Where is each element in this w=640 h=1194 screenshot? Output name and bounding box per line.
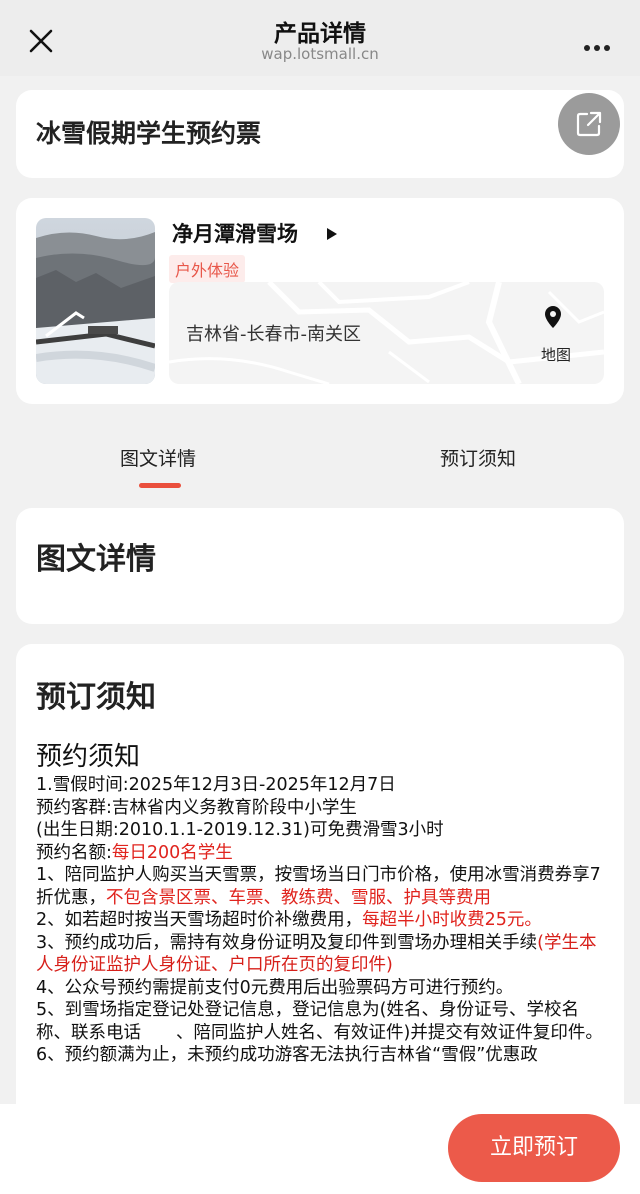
category-tag: 户外体验	[169, 255, 246, 283]
notice-line: 1.雪假时间:2025年12月3日-2025年12月7日	[36, 775, 396, 795]
map-preview[interactable]: 吉林省-长春市-南关区 地图	[169, 282, 604, 384]
page-url: wap.lotsmall.cn	[261, 45, 379, 63]
top-navigation-bar: 产品详情 wap.lotsmall.cn	[0, 0, 640, 76]
play-arrow-icon[interactable]	[326, 227, 338, 241]
active-tab-indicator	[139, 483, 181, 488]
venue-name[interactable]: 净月潭滑雪场	[172, 218, 298, 248]
product-title: 冰雪假期学生预约票	[36, 119, 262, 148]
notice-line: 预约名额:每日200名学生	[36, 842, 233, 863]
detail-tabs: 图文详情 预订须知	[0, 420, 640, 490]
notice-heading: 预订须知	[36, 680, 156, 715]
location-pin-icon	[545, 306, 561, 328]
exclusion-highlight: 不包含景区票、车票、教练费、雪服、护具等费用	[106, 887, 491, 908]
notice-line: (出生日期:2010.1.1-2019.12.31)可免费滑雪3小时	[36, 820, 444, 840]
notice-content: 预约须知 1.雪假时间:2025年12月3日-2025年12月7日 预约客群:吉…	[36, 740, 606, 1067]
notice-line: 1、陪同监护人购买当天雪票，按雪场当日门市价格，使用冰雪消费券享7折优惠，不包含…	[36, 865, 601, 908]
notice-line: 6、预约额满为止，未预约成功游客无法执行吉林省“雪假”优惠政	[36, 1045, 538, 1065]
share-icon	[576, 111, 602, 137]
detail-section: 图文详情	[16, 508, 624, 624]
overtime-fee-highlight: 每超半小时收费25元。	[362, 910, 542, 930]
notice-section: 预订须知 预约须知 1.雪假时间:2025年12月3日-2025年12月7日 预…	[16, 644, 624, 1114]
product-title-card: 冰雪假期学生预约票	[16, 90, 624, 178]
map-label: 地图	[541, 346, 572, 364]
notice-line: 4、公众号预约需提前支付0元费用后出验票码方可进行预约。	[36, 977, 514, 998]
bottom-action-bar: 立即预订	[0, 1104, 640, 1194]
detail-heading: 图文详情	[36, 542, 156, 577]
notice-line: 2、如若超时按当天雪场超时价补缴费用，每超半小时收费25元。	[36, 910, 542, 930]
share-button[interactable]	[558, 93, 620, 155]
notice-line: 3、预约成功后，需持有效身份证明及复印件到雪场办理相关手续(学生本人身份证监护人…	[36, 932, 597, 976]
venue-thumbnail[interactable]	[36, 218, 155, 384]
venue-card: 净月潭滑雪场 户外体验 吉林省-长春市-南关区 地图	[16, 198, 624, 404]
notice-subheading: 预约须知	[36, 742, 141, 772]
notice-line: 5、到雪场指定登记处登记信息，登记信息为(姓名、身份证号、学校名称、联系电话 、…	[36, 1000, 603, 1043]
tab-detail[interactable]: 图文详情	[120, 444, 196, 471]
notice-line: 预约客群:吉林省内义务教育阶段中小学生	[36, 797, 357, 818]
more-icon[interactable]	[584, 36, 614, 51]
tab-notice[interactable]: 预订须知	[440, 444, 516, 471]
page-title: 产品详情	[274, 21, 366, 47]
book-now-button[interactable]: 立即预订	[448, 1114, 620, 1182]
quota-highlight: 每日200名学生	[111, 842, 233, 863]
venue-address: 吉林省-长春市-南关区	[186, 324, 361, 345]
